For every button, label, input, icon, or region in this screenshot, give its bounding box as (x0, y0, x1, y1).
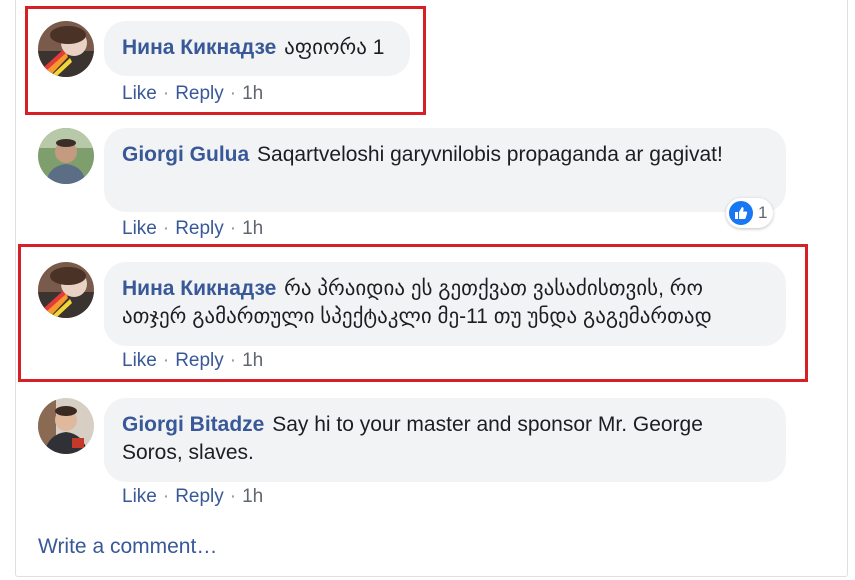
reply-link[interactable]: Reply (175, 486, 224, 507)
comment-timestamp[interactable]: 1h (242, 218, 263, 239)
comment-timestamp[interactable]: 1h (242, 486, 263, 507)
separator: · (162, 218, 170, 239)
write-comment-link[interactable]: Write a comment… (38, 535, 217, 559)
separator: · (229, 486, 237, 507)
comment-text: Saqartveloshi garyvnilobis propaganda ar… (257, 143, 723, 166)
highlight-box (25, 6, 426, 115)
comment-bubble: Giorgi Gulua Saqartveloshi garyvnilobis … (104, 128, 786, 212)
comment-author[interactable]: Giorgi Bitadze (122, 413, 264, 436)
reaction-count: 1 (758, 203, 768, 222)
like-icon (729, 201, 753, 225)
comment-actions: Like · Reply · 1h (122, 218, 263, 240)
comment-author[interactable]: Giorgi Gulua (122, 143, 249, 166)
highlight-box (18, 244, 808, 382)
avatar[interactable] (38, 128, 94, 184)
like-link[interactable]: Like (122, 486, 157, 507)
separator: · (162, 486, 170, 507)
comment-actions: Like · Reply · 1h (122, 486, 263, 508)
avatar[interactable] (38, 398, 94, 454)
reply-link[interactable]: Reply (175, 218, 224, 239)
separator: · (229, 218, 237, 239)
reaction-badge[interactable]: 1 (726, 198, 774, 228)
comment-bubble: Giorgi Bitadze Say hi to your master and… (104, 398, 786, 482)
like-link[interactable]: Like (122, 218, 157, 239)
